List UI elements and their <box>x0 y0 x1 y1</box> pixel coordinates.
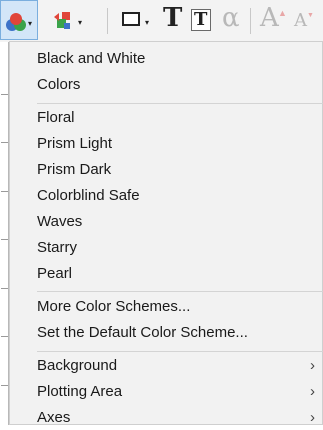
menu-item-label: Plotting Area <box>37 383 123 400</box>
chevron-right-icon: › <box>310 383 315 400</box>
color-circles-icon <box>6 13 26 31</box>
shrink-font-icon: A <box>294 10 307 31</box>
text-box-button[interactable]: T <box>189 0 215 38</box>
menu-item-black-and-white[interactable]: Black and White <box>10 47 322 71</box>
color-scheme-menu: Black and White Colors Floral Prism Ligh… <box>9 41 323 426</box>
menu-item-label: Prism Dark <box>37 161 112 178</box>
ruler-tick <box>1 336 8 337</box>
ruler-tick <box>1 239 8 240</box>
menu-item-label: Colorblind Safe <box>37 187 140 204</box>
menu-item-label: Waves <box>37 213 83 230</box>
menu-item-label: Colors <box>37 76 81 93</box>
menu-item-more-color-schemes[interactable]: More Color Schemes... <box>10 295 322 319</box>
ruler-tick <box>1 191 8 192</box>
menu-item-background[interactable]: Background › <box>10 354 322 378</box>
menu-item-prism-dark[interactable]: Prism Dark <box>10 158 322 182</box>
menu-separator <box>37 351 323 352</box>
shapes-order-icon <box>54 12 70 29</box>
toolbar-separator <box>107 8 108 34</box>
menu-item-axes[interactable]: Axes › <box>10 406 322 430</box>
ruler-tick <box>1 142 8 143</box>
symbol-button[interactable]: α <box>220 0 244 38</box>
menu-item-starry[interactable]: Starry <box>10 236 322 260</box>
border-button[interactable]: ▾ <box>118 0 156 38</box>
menu-separator <box>37 103 323 104</box>
text-T-icon: T <box>163 3 183 33</box>
menu-item-floral[interactable]: Floral <box>10 106 322 130</box>
menu-separator <box>37 291 323 292</box>
ruler-tick <box>1 94 8 95</box>
text-button[interactable]: T <box>161 0 185 38</box>
menu-item-label: Starry <box>37 239 78 256</box>
menu-item-waves[interactable]: Waves <box>10 210 322 234</box>
rectangle-border-icon <box>122 12 140 26</box>
chevron-right-icon: › <box>310 357 315 374</box>
menu-item-plotting-area[interactable]: Plotting Area › <box>10 380 322 404</box>
grow-font-button[interactable]: A ▲ <box>258 0 288 38</box>
menu-item-label: Axes <box>37 409 71 426</box>
color-scheme-button[interactable]: ▾ <box>0 0 38 40</box>
ruler-tick <box>1 288 8 289</box>
menu-item-colorblind-safe[interactable]: Colorblind Safe <box>10 184 322 208</box>
triangle-up-icon: ▲ <box>278 8 287 18</box>
ruler-tick <box>1 385 8 386</box>
toolbar: ▾ ▾ ▾ T T α A ▲ A ▼ <box>0 0 323 42</box>
chevron-down-icon: ▾ <box>28 19 33 28</box>
menu-item-colors[interactable]: Colors <box>10 73 322 97</box>
menu-item-set-default-color-scheme[interactable]: Set the Default Color Scheme... <box>10 321 322 345</box>
menu-item-label: Black and White <box>37 50 146 67</box>
menu-item-label: Set the Default Color Scheme... <box>37 324 248 341</box>
menu-item-label: Prism Light <box>37 135 113 152</box>
shrink-font-button[interactable]: A ▼ <box>292 0 322 38</box>
toolbar-separator <box>250 8 251 34</box>
grow-font-icon: A <box>260 3 279 33</box>
menu-item-label: Pearl <box>37 265 73 282</box>
triangle-down-icon: ▼ <box>307 12 314 19</box>
menu-item-prism-light[interactable]: Prism Light <box>10 132 322 156</box>
chevron-down-icon: ▾ <box>78 18 83 27</box>
alpha-symbol-icon: α <box>222 3 240 33</box>
chevron-right-icon: › <box>310 409 315 426</box>
text-box-T-icon: T <box>194 9 208 30</box>
menu-item-pearl[interactable]: Pearl <box>10 262 322 286</box>
menu-item-label: Floral <box>37 109 75 126</box>
menu-item-label: More Color Schemes... <box>37 298 191 315</box>
document-edge <box>0 42 9 425</box>
ordering-button[interactable]: ▾ <box>50 0 90 38</box>
menu-item-label: Background <box>37 357 118 374</box>
chevron-down-icon: ▾ <box>145 18 150 27</box>
